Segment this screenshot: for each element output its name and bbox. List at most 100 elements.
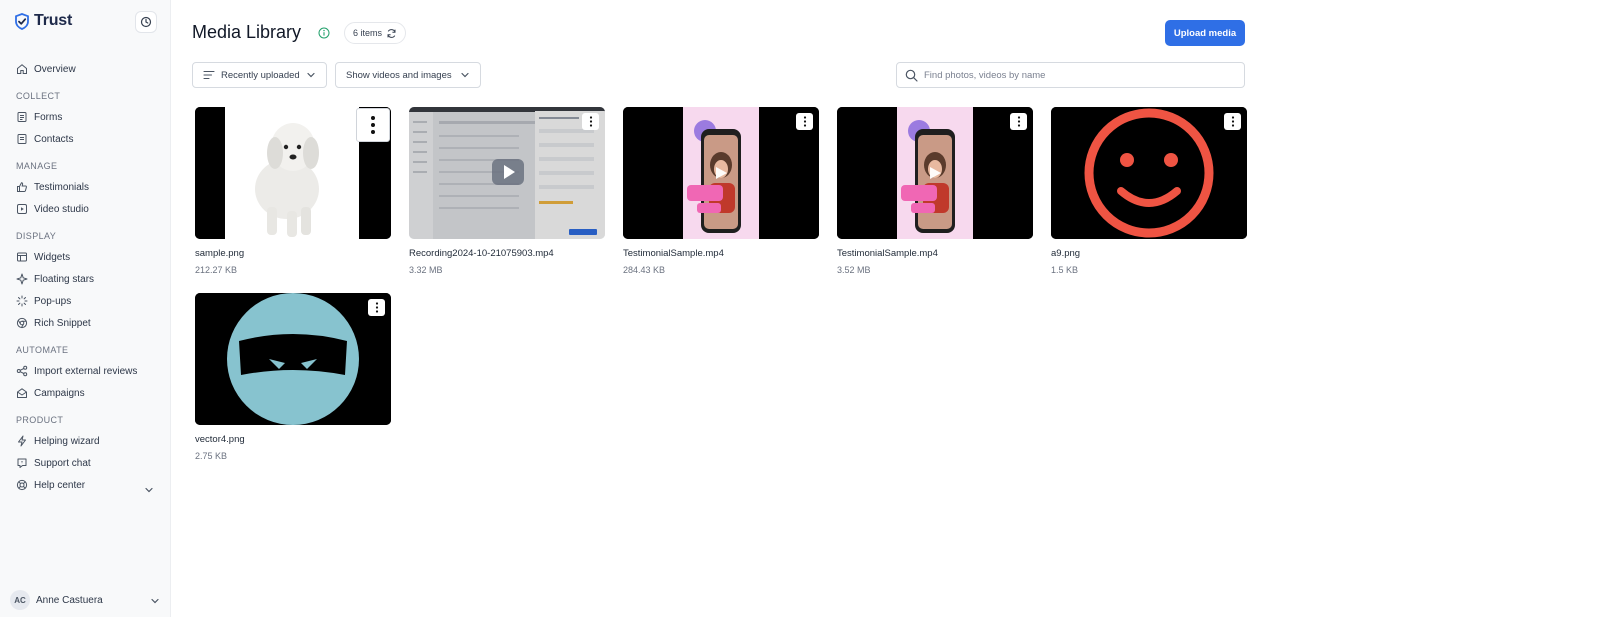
media-name: vector4.png — [195, 434, 245, 445]
upload-media-button[interactable]: Upload media — [1165, 20, 1245, 46]
sidebar: Trust Overview COLLECT Forms Contacts MA… — [0, 0, 171, 617]
sidebar-item-label: Floating stars — [34, 273, 95, 285]
sidebar-item-support-chat[interactable]: Support chat — [16, 454, 91, 472]
widget-icon — [17, 252, 27, 262]
more-options-button[interactable] — [582, 113, 599, 130]
more-options-button[interactable] — [1010, 113, 1027, 130]
form-icon — [17, 112, 27, 122]
media-name: TestimonialSample.mp4 — [623, 248, 724, 259]
contacts-icon — [17, 134, 27, 144]
media-thumbnail[interactable] — [623, 107, 819, 239]
user-menu[interactable]: AC Anne Castuera — [10, 590, 103, 610]
section-heading-product: PRODUCT — [16, 415, 64, 425]
item-count-label: 6 items — [353, 28, 383, 38]
screen-recording-preview — [409, 107, 605, 239]
testimonial-video-preview — [837, 107, 1033, 239]
sort-dropdown-label: Recently uploaded — [221, 69, 300, 81]
refresh-icon[interactable] — [386, 28, 397, 39]
sidebar-item-help-center[interactable]: Help center — [16, 476, 85, 494]
history-button[interactable] — [135, 11, 157, 33]
sidebar-item-overview[interactable]: Overview — [16, 60, 76, 78]
ninja-face-image — [195, 293, 391, 425]
sidebar-item-contacts[interactable]: Contacts — [16, 130, 73, 148]
sidebar-item-import-external-reviews[interactable]: Import external reviews — [16, 362, 137, 380]
lifebuoy-icon — [16, 479, 28, 491]
more-options-button[interactable] — [356, 108, 390, 142]
sidebar-item-widgets[interactable]: Widgets — [16, 248, 70, 266]
search-input[interactable] — [924, 69, 1224, 81]
history-icon — [140, 16, 152, 28]
mail-open-icon — [17, 388, 27, 398]
item-count-badge: 6 items — [344, 22, 407, 44]
media-card[interactable]: TestimonialSample.mp4 3.52 MB — [837, 107, 1033, 275]
media-thumbnail[interactable] — [837, 107, 1033, 239]
sidebar-item-video-studio[interactable]: Video studio — [16, 200, 89, 218]
home-icon — [17, 64, 27, 74]
section-heading-manage: MANAGE — [16, 161, 58, 171]
more-options-button[interactable] — [1224, 113, 1241, 130]
media-card[interactable]: sample.png 212.27 KB — [195, 107, 391, 275]
media-size: 212.27 KB — [195, 265, 238, 275]
media-card[interactable]: Recording2024-10-21075903.mp4 3.32 MB — [409, 107, 605, 275]
media-size: 2.75 KB — [195, 451, 228, 461]
media-card[interactable]: vector4.png 2.75 KB — [195, 293, 391, 461]
smiley-face-image — [1051, 107, 1247, 239]
media-name: TestimonialSample.mp4 — [837, 248, 938, 259]
brand-name: Trust — [34, 12, 73, 29]
sort-dropdown[interactable]: Recently uploaded — [192, 62, 327, 88]
sidebar-item-label: Video studio — [34, 203, 89, 215]
more-options-button[interactable] — [796, 113, 813, 130]
user-name: Anne Castuera — [36, 594, 103, 606]
media-size: 1.5 KB — [1051, 265, 1079, 275]
sidebar-item-label: Help center — [34, 479, 86, 491]
chevron-down-icon — [461, 72, 469, 78]
more-vertical-icon — [589, 116, 592, 127]
more-options-button[interactable] — [368, 299, 385, 316]
sidebar-item-pop-ups[interactable]: Pop-ups — [16, 292, 71, 310]
media-thumbnail[interactable] — [409, 107, 605, 239]
sort-lines-icon — [203, 70, 215, 80]
video-icon — [17, 204, 27, 214]
media-thumbnail[interactable] — [195, 293, 391, 425]
testimonial-video-preview — [623, 107, 819, 239]
section-heading-automate: AUTOMATE — [16, 345, 69, 355]
chevron-down-icon — [307, 72, 315, 78]
sidebar-item-label: Import external reviews — [34, 365, 138, 377]
sidebar-item-floating-stars[interactable]: Floating stars — [16, 270, 94, 288]
section-heading-display: DISPLAY — [16, 231, 57, 241]
chevron-down-icon[interactable] — [150, 597, 160, 605]
sidebar-item-rich-snippet[interactable]: Rich Snippet — [16, 314, 91, 332]
loader-icon — [16, 295, 28, 307]
avatar: AC — [10, 590, 30, 610]
sidebar-item-label: Campaigns — [34, 387, 85, 399]
media-size: 3.52 MB — [837, 265, 871, 275]
chevron-down-icon[interactable] — [144, 486, 154, 494]
search-box[interactable] — [896, 62, 1245, 88]
more-vertical-icon — [375, 302, 378, 313]
sidebar-item-label: Helping wizard — [34, 435, 100, 447]
shield-check-icon — [15, 12, 29, 30]
media-type-dropdown[interactable]: Show videos and images — [335, 62, 481, 88]
more-vertical-icon — [371, 116, 375, 134]
sparkle-icon — [16, 273, 28, 285]
chrome-icon — [16, 317, 28, 329]
media-card[interactable]: a9.png 1.5 KB — [1051, 107, 1247, 275]
sidebar-item-forms[interactable]: Forms — [16, 108, 62, 126]
brand-logo[interactable]: Trust — [14, 12, 72, 30]
media-thumbnail[interactable] — [195, 107, 391, 239]
sidebar-item-label: Contacts — [34, 133, 74, 145]
info-icon[interactable] — [318, 27, 330, 39]
media-thumbnail[interactable] — [1051, 107, 1247, 239]
sidebar-item-label: Widgets — [34, 251, 71, 263]
sidebar-item-label: Pop-ups — [34, 295, 72, 307]
media-name: sample.png — [195, 248, 245, 259]
media-card[interactable]: TestimonialSample.mp4 284.43 KB — [623, 107, 819, 275]
page-title: Media Library — [192, 22, 302, 42]
sidebar-item-helping-wizard[interactable]: Helping wizard — [16, 432, 100, 450]
media-name: a9.png — [1051, 248, 1081, 259]
sidebar-item-label: Support chat — [34, 457, 91, 469]
sidebar-item-campaigns[interactable]: Campaigns — [16, 384, 85, 402]
sidebar-item-testimonials[interactable]: Testimonials — [16, 178, 89, 196]
media-type-dropdown-label: Show videos and images — [346, 69, 452, 81]
search-icon — [905, 69, 918, 82]
